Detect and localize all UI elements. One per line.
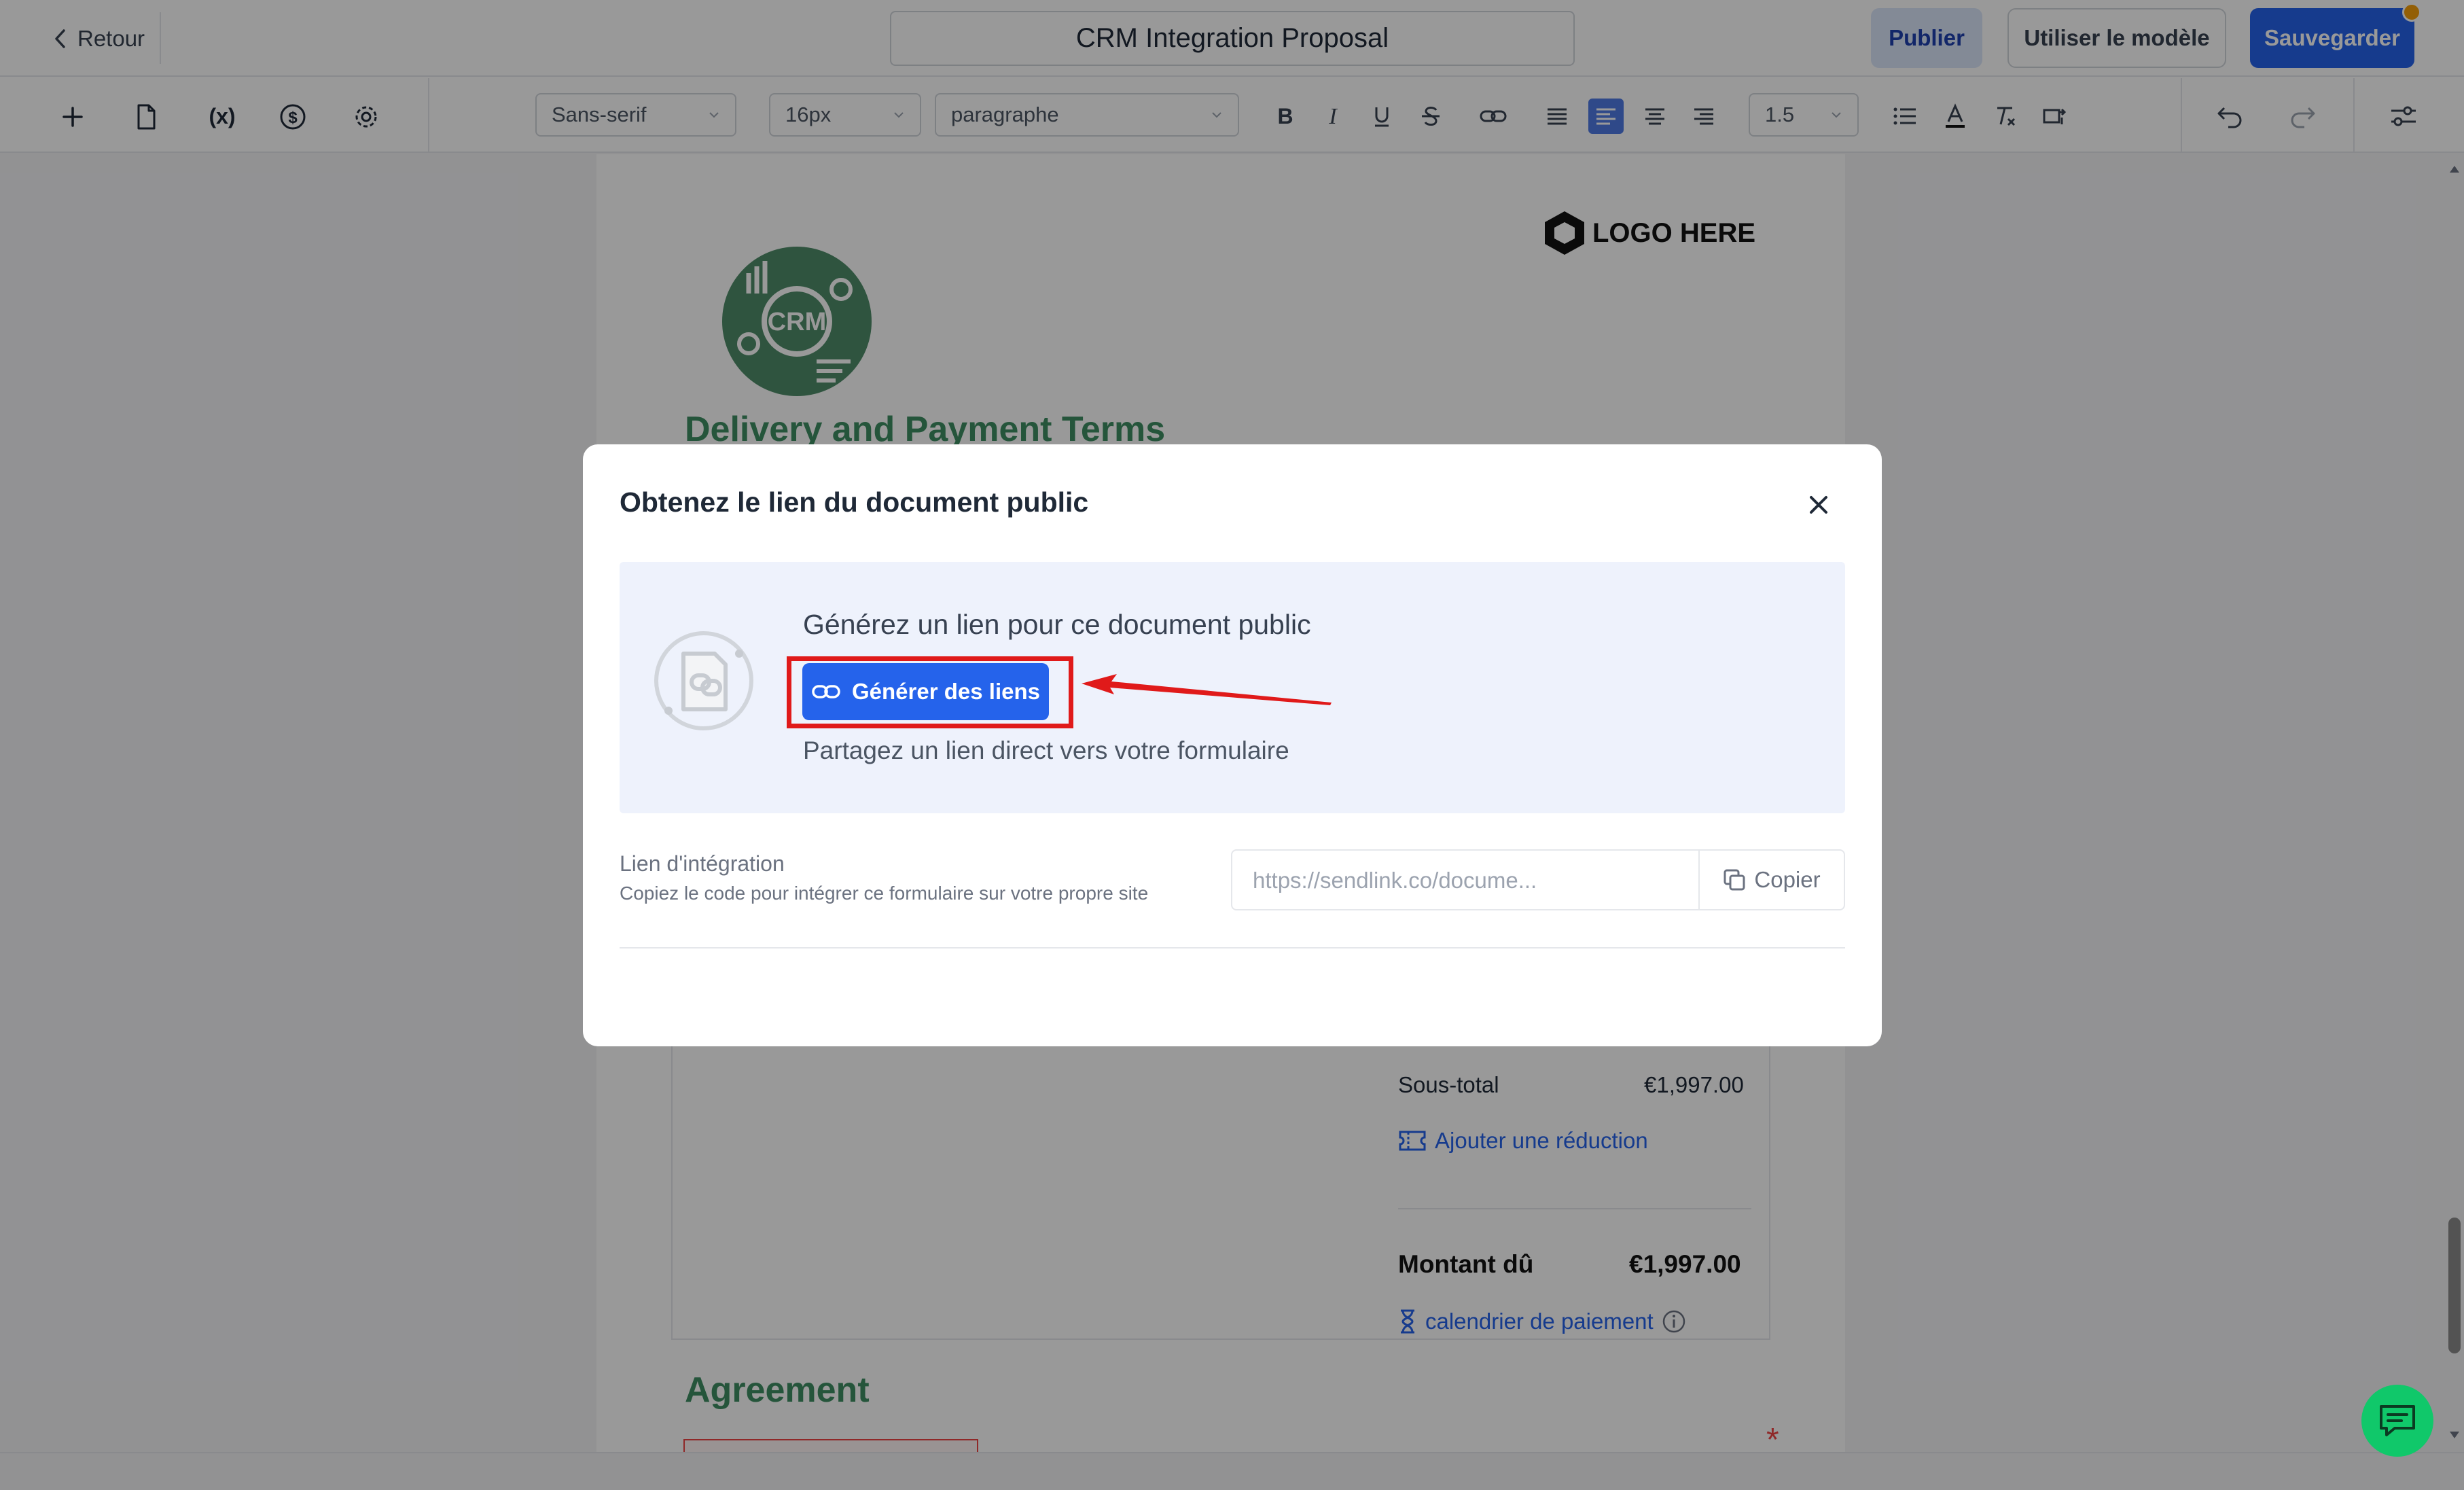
close-icon[interactable] [1802,488,1836,522]
embed-link-description: Copiez le code pour intégrer ce formulai… [620,883,1149,904]
annotation-arrow [1080,673,1338,713]
annotation-highlight-box [787,656,1073,728]
copy-button[interactable]: Copier [1700,851,1844,909]
chat-icon [2377,1402,2418,1439]
chat-button[interactable] [2361,1385,2433,1457]
divider [620,947,1845,948]
copy-label: Copier [1754,867,1821,892]
modal-title: Obtenez le lien du document public [620,486,1089,518]
generate-subtext: Partagez un lien direct vers votre formu… [803,737,1289,764]
embed-link-input[interactable] [1251,866,1700,895]
copy-icon [1723,868,1746,891]
generate-heading: Générez un lien pour ce document public [803,609,1311,640]
embed-link-label: Lien d'intégration [620,851,785,876]
document-link-icon [652,629,755,732]
